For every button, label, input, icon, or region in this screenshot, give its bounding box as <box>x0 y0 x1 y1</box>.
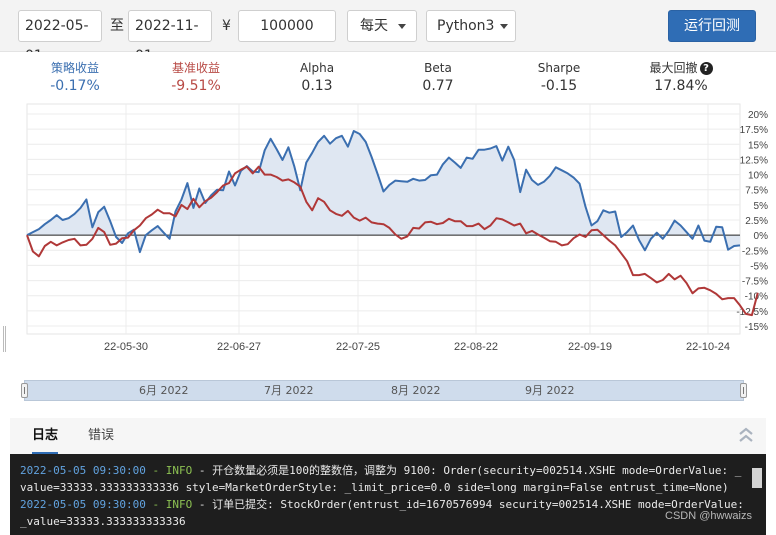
navigator-label: 6月 2022 <box>139 384 189 397</box>
y-tick-label: 2.5% <box>745 216 768 227</box>
tab-errors[interactable]: 错误 <box>88 418 114 454</box>
navigator-left-handle[interactable] <box>21 383 28 398</box>
date-range-separator: 至 <box>110 18 124 34</box>
navigator-right-handle[interactable] <box>740 383 747 398</box>
range-navigator[interactable]: 6月 2022 7月 2022 8月 2022 9月 2022 <box>21 380 747 401</box>
metrics-bar: 策略收益 -0.17% 基准收益 -9.51% Alpha 0.13 Beta … <box>0 52 776 100</box>
metric-beta: Beta 0.77 <box>383 60 493 96</box>
metric-label: Alpha <box>299 61 335 75</box>
metric-label: Sharpe <box>537 61 581 75</box>
metric-max-drawdown: 最大回撤? 17.84% <box>626 60 736 96</box>
run-backtest-button[interactable]: 运行回测 <box>668 10 756 42</box>
metric-value: -0.15 <box>540 78 578 94</box>
y-tick-label: 7.5% <box>745 186 768 197</box>
y-tick-label: 15% <box>748 140 768 151</box>
frequency-select[interactable]: 每天 <box>347 10 417 42</box>
metric-strategy-return: 策略收益 -0.17% <box>20 60 130 96</box>
log-scrollbar[interactable] <box>752 468 762 488</box>
language-select-value: Python3 <box>437 18 495 34</box>
log-entry: 2022-05-05 09:30:00 - INFO - 开仓数量必须是100的… <box>20 462 746 496</box>
y-tick-label: 17.5% <box>740 125 768 136</box>
chevron-down-icon <box>500 24 508 29</box>
log-level: - INFO <box>152 464 193 477</box>
x-tick-label: 22-06-27 <box>217 341 261 353</box>
log-console: 2022-05-05 09:30:00 - INFO - 开仓数量必须是100的… <box>10 454 766 535</box>
end-date-input[interactable]: 2022-11-01 <box>128 10 212 64</box>
capital-input[interactable]: 100000 <box>238 10 336 42</box>
y-tick-label: 5% <box>754 201 769 212</box>
metric-value: 17.84% <box>654 78 708 94</box>
y-tick-label: -7.5% <box>742 277 768 288</box>
backtest-toolbar: 2022-05-01 至 2022-11-01 ¥ 100000 每天 Pyth… <box>0 0 776 64</box>
metric-benchmark-return: 基准收益 -9.51% <box>141 60 251 96</box>
navigator-label: 7月 2022 <box>264 384 314 397</box>
log-timestamp: 2022-05-05 09:30:00 <box>20 464 146 477</box>
metric-label: 基准收益 <box>171 61 220 75</box>
metric-value: 0.77 <box>422 78 454 94</box>
log-level: - INFO <box>152 498 193 511</box>
x-tick-label: 22-07-25 <box>336 341 380 353</box>
frequency-select-value: 每天 <box>360 18 388 34</box>
x-tick-label: 22-05-30 <box>104 341 148 353</box>
y-tick-label: 12.5% <box>740 155 768 166</box>
language-select[interactable]: Python3 <box>426 10 516 42</box>
metric-value: -0.17% <box>50 78 100 94</box>
log-entry: 2022-05-05 09:30:00 - INFO - 订单已提交: Stoc… <box>20 496 746 530</box>
metric-label: 策略收益 <box>50 61 99 75</box>
help-icon[interactable]: ? <box>699 62 713 75</box>
metric-label: Beta <box>424 61 452 75</box>
watermark: CSDN @hwwaizs <box>665 510 752 522</box>
metric-label: 最大回撤 <box>649 61 698 75</box>
x-tick-label: 22-10-24 <box>686 341 730 353</box>
y-tick-label: -15% <box>745 322 768 333</box>
x-tick-label: 22-09-19 <box>568 341 612 353</box>
y-tick-label: 0% <box>754 231 769 242</box>
start-date-input[interactable]: 2022-05-01 <box>18 10 102 64</box>
y-tick-label: -2.5% <box>742 246 768 257</box>
currency-symbol: ¥ <box>222 18 231 34</box>
collapse-up-icon[interactable] <box>738 426 754 444</box>
y-tick-label: 10% <box>748 171 768 182</box>
metric-alpha: Alpha 0.13 <box>262 60 372 96</box>
navigator-label: 9月 2022 <box>525 384 575 397</box>
returns-chart-svg: 20% 17.5% 15% 12.5% 10% 7.5% 5% 2.5% 0% -2.5% -5% -… <box>26 103 769 353</box>
y-tick-label: 20% <box>748 110 768 121</box>
tab-log[interactable]: 日志 <box>32 418 59 454</box>
x-tick-label: 22-08-22 <box>454 341 498 353</box>
metric-value: -9.51% <box>171 78 221 94</box>
resize-grip-icon[interactable] <box>3 326 6 352</box>
y-tick-label: -5% <box>750 261 768 272</box>
returns-chart: 20% 17.5% 15% 12.5% 10% 7.5% 5% 2.5% 0% -2.5% -5% -… <box>0 100 776 370</box>
caret-down-icon <box>398 24 406 29</box>
metric-value: 0.13 <box>301 78 333 94</box>
output-tabs: 日志 错误 <box>10 418 766 454</box>
metric-label-row: 最大回撤? <box>626 60 736 76</box>
metric-sharpe: Sharpe -0.15 <box>504 60 614 96</box>
log-timestamp: 2022-05-05 09:30:00 <box>20 498 146 511</box>
navigator-label: 8月 2022 <box>391 384 441 397</box>
